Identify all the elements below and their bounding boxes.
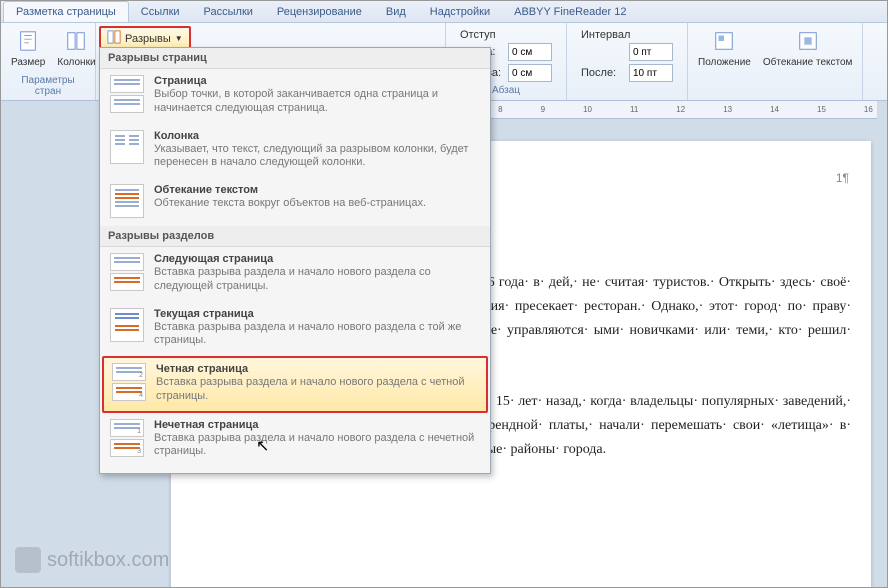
dd-section-page-breaks: Разрывы страниц bbox=[100, 48, 490, 69]
page-number: 1¶ bbox=[836, 171, 849, 185]
tab-abbyy[interactable]: ABBYY FineReader 12 bbox=[502, 1, 638, 22]
breaks-dropdown: Разрывы страниц Страница Выбор точки, в … bbox=[99, 47, 491, 474]
dd-evenpage-desc: Вставка разрыва раздела и начало нового … bbox=[156, 376, 478, 404]
wrap-icon bbox=[794, 27, 822, 55]
watermark: softikbox.com bbox=[15, 547, 169, 573]
watermark-text: softikbox.com bbox=[47, 549, 169, 572]
dd-column-title: Колонка bbox=[154, 130, 480, 142]
position-label: Положение bbox=[698, 57, 751, 68]
tab-review[interactable]: Рецензирование bbox=[265, 1, 374, 22]
column-break-icon bbox=[110, 130, 144, 164]
breaks-icon bbox=[107, 30, 121, 47]
tab-mailings[interactable]: Рассылки bbox=[192, 1, 265, 22]
watermark-logo-icon bbox=[15, 547, 41, 573]
dd-evenpage-title: Четная страница bbox=[156, 363, 478, 375]
page-params-label: Параметры стран bbox=[7, 75, 89, 98]
tab-page-layout[interactable]: Разметка страницы bbox=[3, 1, 129, 22]
spacing-after-label: После: bbox=[581, 67, 625, 79]
columns-icon bbox=[62, 27, 90, 55]
dd-textwrap-desc: Обтекание текста вокруг объектов на веб-… bbox=[154, 197, 480, 211]
dd-nextpage-title: Следующая страница bbox=[154, 253, 480, 265]
tab-view[interactable]: Вид bbox=[374, 1, 418, 22]
dd-column-desc: Указывает, что текст, следующий за разры… bbox=[154, 143, 480, 171]
wrap-button[interactable]: Обтекание текстом bbox=[759, 25, 857, 70]
dd-item-textwrap[interactable]: Обтекание текстом Обтекание текста вокру… bbox=[100, 178, 490, 226]
columns-button[interactable]: Колонки bbox=[53, 25, 99, 70]
spacing-after-input[interactable] bbox=[629, 64, 673, 82]
dd-item-odd-page[interactable]: Нечетная страница Вставка разрыва раздел… bbox=[100, 413, 490, 468]
dd-oddpage-desc: Вставка разрыва раздела и начало нового … bbox=[154, 432, 480, 460]
dd-item-continuous[interactable]: Текущая страница Вставка разрыва раздела… bbox=[100, 302, 490, 357]
dd-item-column[interactable]: Колонка Указывает, что текст, следующий … bbox=[100, 124, 490, 179]
dd-item-next-page[interactable]: Следующая страница Вставка разрыва разде… bbox=[100, 247, 490, 302]
dd-section-section-breaks: Разрывы разделов bbox=[100, 226, 490, 247]
indent-title: Отступ bbox=[460, 29, 552, 41]
columns-label: Колонки bbox=[57, 57, 95, 68]
dd-continuous-title: Текущая страница bbox=[154, 308, 480, 320]
spacing-before-label bbox=[581, 46, 625, 58]
size-button[interactable]: Размер bbox=[7, 25, 49, 70]
dd-page-desc: Выбор точки, в которой заканчивается одн… bbox=[154, 88, 480, 116]
tab-links[interactable]: Ссылки bbox=[129, 1, 192, 22]
dd-oddpage-title: Нечетная страница bbox=[154, 419, 480, 431]
wrap-label: Обтекание текстом bbox=[763, 57, 853, 68]
spacing-before-input[interactable] bbox=[629, 43, 673, 61]
dd-textwrap-title: Обтекание текстом bbox=[154, 184, 480, 196]
textwrap-break-icon bbox=[110, 184, 144, 218]
position-icon bbox=[710, 27, 738, 55]
dd-item-page[interactable]: Страница Выбор точки, в которой заканчив… bbox=[100, 69, 490, 124]
breaks-label: Разрывы bbox=[125, 33, 171, 45]
position-button[interactable]: Положение bbox=[694, 25, 755, 70]
dd-nextpage-desc: Вставка разрыва раздела и начало нового … bbox=[154, 266, 480, 294]
dd-continuous-desc: Вставка разрыва раздела и начало нового … bbox=[154, 321, 480, 349]
chevron-down-icon: ▼ bbox=[175, 34, 183, 43]
ribbon-tabs: Разметка страницы Ссылки Рассылки Реценз… bbox=[1, 1, 887, 23]
dd-page-title: Страница bbox=[154, 75, 480, 87]
size-label: Размер bbox=[11, 57, 45, 68]
dd-item-even-page[interactable]: Четная страница Вставка разрыва раздела … bbox=[102, 356, 488, 413]
indent-left-input[interactable] bbox=[508, 43, 552, 61]
tab-addins[interactable]: Надстройки bbox=[418, 1, 502, 22]
continuous-break-icon bbox=[110, 308, 144, 342]
page-size-icon bbox=[14, 27, 42, 55]
indent-right-input[interactable] bbox=[508, 64, 552, 82]
spacing-title: Интервал bbox=[581, 29, 673, 41]
